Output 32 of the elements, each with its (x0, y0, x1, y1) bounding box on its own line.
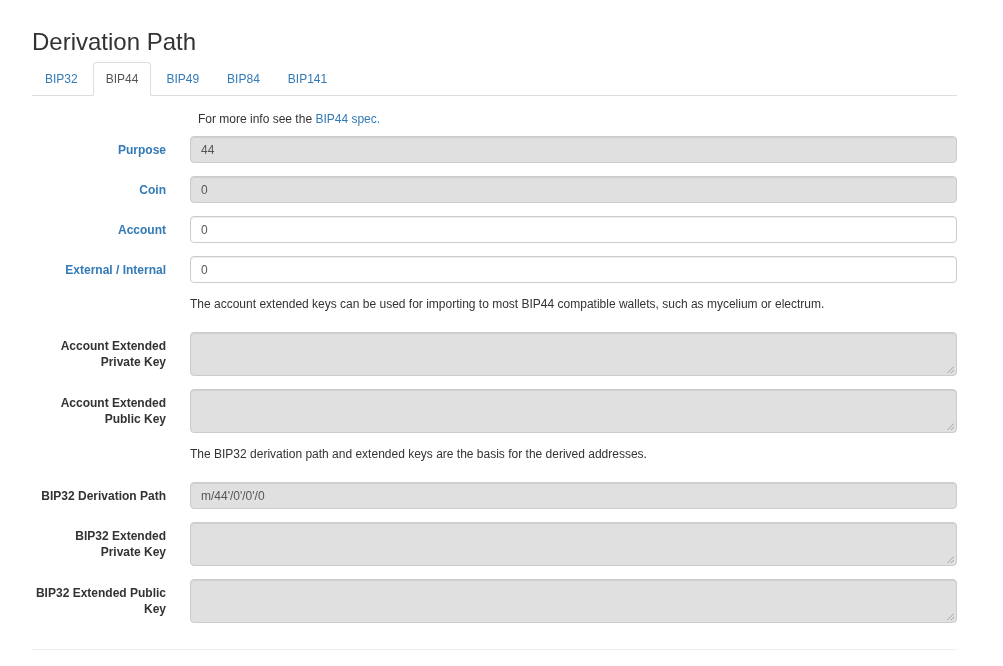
label-link[interactable]: Purpose (32, 141, 166, 158)
label-link[interactable]: External / Internal (32, 261, 166, 278)
help-text: The account extended keys can be used for importing to most BIP44 compatible wallets, such as mycelium or electrum. (190, 296, 825, 313)
input-field[interactable]: 44 (190, 136, 957, 163)
spec-link[interactable]: BIP44 spec. (315, 112, 381, 126)
help-text: For more info see the BIP44 spec. (198, 111, 381, 128)
resize-grip-icon[interactable] (947, 613, 954, 620)
tab[interactable]: BIP141 (274, 62, 341, 96)
field-label: Account Extended Private Key (59, 338, 166, 370)
textarea-field[interactable] (190, 332, 957, 376)
page-title: Derivation Path (32, 29, 197, 55)
tab[interactable]: BIP84 (214, 62, 273, 96)
field-label: BIP32 Extended Private Key (74, 528, 166, 560)
resize-grip-icon[interactable] (947, 423, 954, 430)
textarea-field[interactable] (190, 389, 957, 433)
input-field[interactable]: 0 (190, 256, 957, 283)
input-field[interactable]: 0 (190, 216, 957, 243)
resize-grip-icon[interactable] (947, 366, 954, 373)
input-field[interactable]: 0 (190, 176, 957, 203)
tab[interactable]: BIP49 (153, 62, 213, 96)
field-label: BIP32 Extended Public Key (34, 585, 166, 617)
tab[interactable]: BIP44 (92, 62, 152, 96)
resize-grip-icon[interactable] (947, 556, 954, 563)
help-text: The BIP32 derivation path and extended keys are the basis for the derived addresses. (190, 446, 647, 463)
tab[interactable]: BIP32 (32, 62, 91, 96)
input-field[interactable]: m/44'/0'/0'/0 (190, 482, 957, 509)
textarea-field[interactable] (190, 579, 957, 623)
textarea-field[interactable] (190, 522, 957, 566)
label-link[interactable]: Coin (32, 181, 166, 198)
label-link[interactable]: Account (32, 221, 166, 238)
field-label: BIP32 Derivation Path (40, 487, 166, 504)
field-label: Account Extended Public Key (59, 395, 166, 427)
